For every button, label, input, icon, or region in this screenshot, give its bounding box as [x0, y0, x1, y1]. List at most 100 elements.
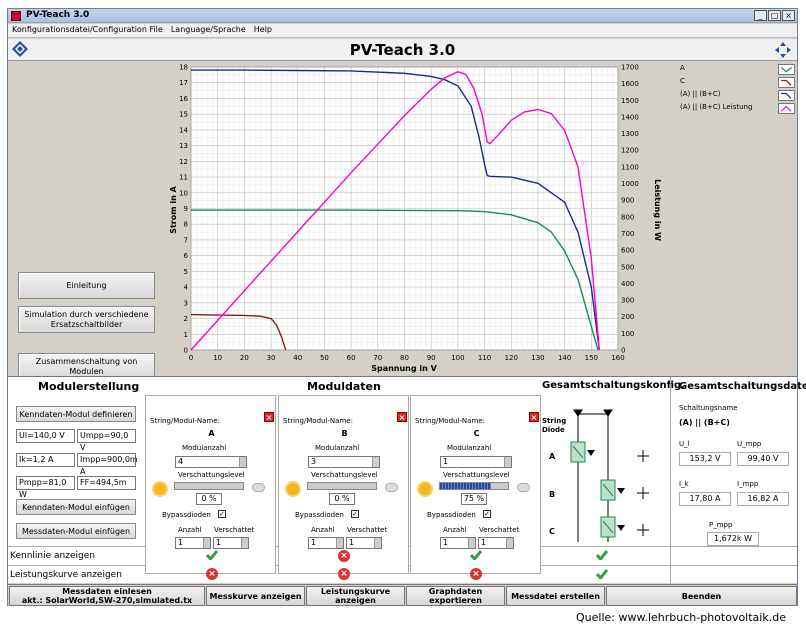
schaltungsname-value: (A) || (B+C) — [679, 418, 730, 427]
count-stepper[interactable]: 3 — [308, 456, 380, 468]
messdatei-button[interactable]: Messdatei erstellen — [506, 586, 605, 606]
legend-item-a[interactable]: A — [680, 64, 795, 77]
y2-tick-label: 300 — [621, 297, 634, 305]
x-tick-label: 90 — [427, 354, 436, 362]
count-stepper[interactable]: 1 — [440, 456, 512, 468]
shade-fill — [440, 483, 491, 489]
simulation-button[interactable]: Simulation durch verschiedene Ersatzscha… — [18, 306, 155, 333]
legend-item-c[interactable]: C — [680, 77, 795, 90]
umpp-field[interactable]: Umpp=90,0 V — [77, 429, 136, 452]
anzahl-label: Anzahl — [443, 526, 467, 534]
bypass-checkbox[interactable]: ✓ — [351, 510, 359, 518]
x-tick-label: 0 — [189, 354, 193, 362]
messdaten-einlesen-button[interactable]: Messdaten einlesen akt.: SolarWorld,SW-27… — [9, 586, 205, 606]
count-stepper[interactable]: 4 — [175, 456, 247, 468]
x-axis-label: Spannung in V — [371, 364, 437, 373]
footer-toolbar: Messdaten einlesen akt.: SolarWorld,SW-27… — [8, 584, 797, 606]
menu-config[interactable]: Konfigurationsdatei/Configuration File — [8, 24, 167, 35]
x-tick-label: 130 — [531, 354, 544, 362]
x-tick-label: 40 — [293, 354, 302, 362]
y2-tick-label: 1100 — [621, 163, 639, 171]
row-c-label: C — [549, 527, 555, 536]
navigation-icon[interactable] — [775, 42, 791, 58]
legend-label: (A) || (B+C) Leistung — [680, 103, 753, 111]
row-a-label: A — [549, 452, 556, 461]
cloud-icon — [252, 483, 265, 492]
verschattet-label: Verschattet — [347, 526, 388, 534]
y-tick-label: 5 — [184, 268, 188, 276]
y-tick-label: 3 — [184, 299, 188, 307]
anzahl-stepper[interactable]: 1 — [440, 537, 476, 549]
gesamtkonfig-title: Gesamtschaltungskonfig. — [542, 380, 685, 391]
ik-field[interactable]: Ik=1,2 A — [16, 453, 75, 467]
menu-help[interactable]: Help — [250, 24, 276, 35]
bypass-checkbox[interactable]: ✓ — [218, 510, 226, 518]
y-tick-label: 14 — [179, 126, 188, 134]
module-name: A — [208, 429, 215, 438]
legend-swatch-icon — [778, 103, 795, 114]
module-name-label: String/Modul-Name: — [150, 417, 220, 425]
impp-field[interactable]: Impp=900,0m A — [77, 453, 138, 476]
measure-module-button[interactable]: Messdaten-Modul einfügen — [16, 523, 136, 539]
ul-label: U_l — [679, 440, 690, 448]
define-module-button[interactable]: Kenndaten-Modul definieren — [16, 406, 136, 422]
shade-percent[interactable]: 75 % — [461, 493, 487, 505]
bypass-checkbox[interactable]: ✓ — [483, 510, 491, 518]
x-tick-label: 10 — [213, 354, 222, 362]
shade-label: Verschattungslevel — [311, 471, 378, 479]
app-title: PV-Teach 3.0 — [349, 41, 456, 59]
module-b-icon — [600, 479, 625, 501]
y2-tick-label: 1300 — [621, 130, 639, 138]
error-icon: × — [470, 568, 482, 580]
y-tick-label: 0 — [184, 347, 188, 355]
anzahl-stepper[interactable]: 1 — [175, 537, 211, 549]
anzahl-stepper[interactable]: 1 — [308, 537, 344, 549]
menu-language[interactable]: Language/Sprache — [167, 24, 250, 35]
export-button[interactable]: Graphdaten exportieren — [406, 586, 505, 606]
schaltungsname-label: Schaltungsname — [679, 404, 738, 412]
x-tick-label: 110 — [478, 354, 491, 362]
shade-percent[interactable]: 0 % — [329, 493, 355, 505]
check-icon — [596, 569, 608, 579]
ff-field[interactable]: FF=494,5m — [77, 476, 136, 490]
remove-icon[interactable]: × — [529, 412, 539, 422]
shade-slider[interactable] — [174, 482, 244, 490]
leistungskurve-button[interactable]: Leistungskurve anzeigen — [306, 586, 405, 606]
verschattet-stepper[interactable]: 1 — [213, 537, 249, 549]
y2-tick-label: 600 — [621, 247, 634, 255]
module-name: C — [473, 429, 480, 438]
ul-field[interactable]: Ul=140,0 V — [16, 429, 75, 443]
leistung-label: Leistungskurve anzeigen — [10, 570, 122, 580]
x-tick-label: 80 — [400, 354, 409, 362]
close-button[interactable]: × — [782, 10, 795, 21]
error-icon: × — [338, 550, 350, 562]
verschattet-stepper[interactable]: 1 — [478, 537, 514, 549]
legend-label: A — [680, 64, 685, 72]
legend-swatch-icon — [778, 77, 795, 88]
y-tick-label: 16 — [179, 95, 188, 103]
legend-item-power[interactable]: (A) || (B+C) Leistung — [680, 103, 795, 116]
remove-icon[interactable]: × — [397, 412, 407, 422]
verschattet-stepper[interactable]: 1 — [346, 537, 382, 549]
verschattet-label: Verschattet — [479, 526, 520, 534]
shade-percent[interactable]: 0 % — [196, 493, 222, 505]
shade-slider[interactable] — [439, 482, 509, 490]
messkurve-button[interactable]: Messkurve anzeigen — [206, 586, 305, 606]
maximize-button[interactable]: □ — [768, 10, 781, 21]
legend-item-abc[interactable]: (A) || (B+C) — [680, 90, 795, 103]
beenden-button[interactable]: Beenden — [606, 586, 797, 606]
insert-module-button[interactable]: Kenndaten-Modul einfügen — [16, 499, 136, 515]
iv-chart: 0 10 20 30 40 50 60 70 80 90 100 110 120 130 140 150 160… — [169, 64, 662, 374]
legend-label: C — [680, 77, 685, 85]
pmpp-field[interactable]: Pmpp=81,0 W — [16, 476, 75, 499]
remove-icon[interactable]: × — [264, 412, 274, 422]
minimize-button[interactable]: _ — [754, 10, 767, 21]
impp-label: I_mpp — [737, 480, 759, 488]
x-tick-label: 150 — [585, 354, 598, 362]
chart-area: Einleitung Simulation durch verschiedene… — [8, 62, 797, 380]
count-label: Modulanzahl — [182, 444, 227, 452]
y2-tick-label: 700 — [621, 230, 634, 238]
einleitung-button[interactable]: Einleitung — [18, 272, 155, 299]
shade-slider[interactable] — [307, 482, 377, 490]
y-tick-label: 9 — [184, 205, 188, 213]
